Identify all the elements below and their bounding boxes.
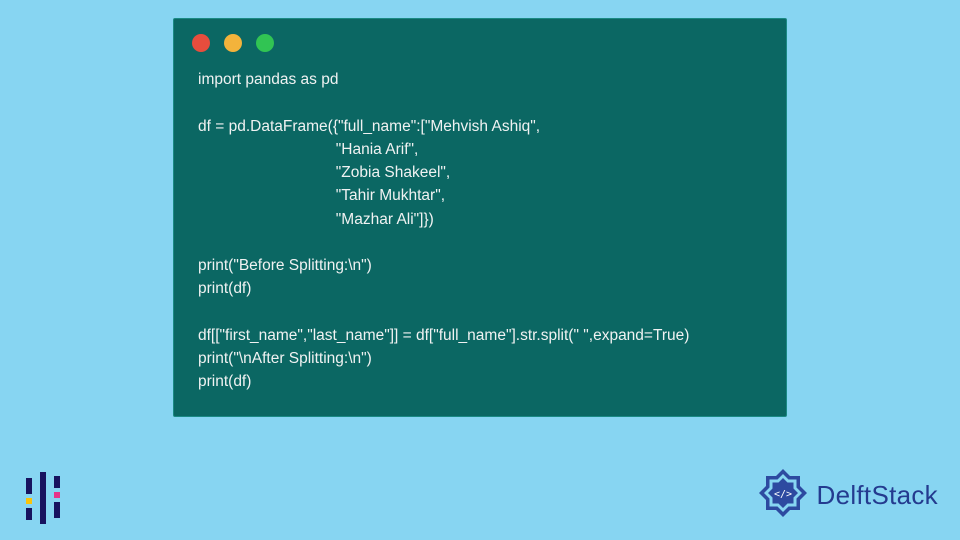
traffic-light-minimize-icon: [224, 34, 242, 52]
delftstack-brand: </> DelftStack: [755, 465, 939, 526]
pandas-logo-icon: [20, 472, 66, 524]
traffic-light-close-icon: [192, 34, 210, 52]
window-titlebar: [174, 19, 786, 56]
code-window: import pandas as pd df = pd.DataFrame({"…: [173, 18, 787, 417]
traffic-light-zoom-icon: [256, 34, 274, 52]
svg-text:</>: </>: [773, 489, 791, 500]
delftstack-brand-text: DelftStack: [817, 480, 939, 511]
delftstack-logo-icon: </>: [755, 465, 811, 526]
code-block: import pandas as pd df = pd.DataFrame({"…: [174, 56, 786, 416]
